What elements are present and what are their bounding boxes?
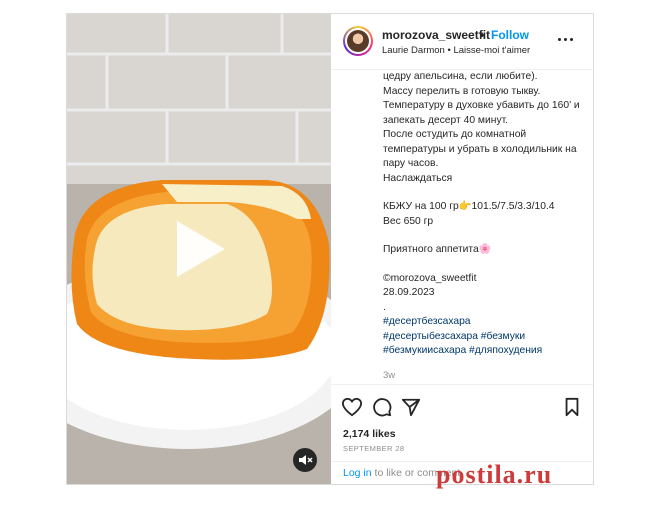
post-age: 3w <box>383 370 396 381</box>
bookmark-icon[interactable] <box>563 397 581 417</box>
audio-label[interactable]: Laurie Darmon • Laisse-moi t'aimer <box>382 45 530 56</box>
signature-text: ©morozova_sweetfit 28.09.2023 . <box>383 272 477 313</box>
separator-dot: • <box>480 28 485 42</box>
postila-watermark: postila.ru <box>436 460 553 489</box>
action-bar: 2,174 likes SEPTEMBER 28 <box>331 384 593 471</box>
hashtag[interactable]: #безмукиисахара #дляпохудения <box>383 344 589 359</box>
post-date: SEPTEMBER 28 <box>343 444 405 453</box>
kbju-text: КБЖУ на 100 гр👉101.5/7.5/3.3/10.4 Вес 65… <box>383 201 555 227</box>
post-header: morozova_sweetfit • Follow Laurie Darmon… <box>331 14 593 70</box>
avatar[interactable] <box>343 26 373 56</box>
appetite-text: Приятного аппетита🌸 <box>383 244 492 255</box>
muted-icon[interactable] <box>293 448 317 472</box>
post-video[interactable] <box>67 14 331 484</box>
play-icon[interactable] <box>177 221 225 277</box>
instagram-embed-card: morozova_sweetfit • Follow Laurie Darmon… <box>66 13 594 485</box>
caption-text: цедру апельсина, если любите). Массу пер… <box>383 71 580 184</box>
hashtag[interactable]: #десертыбезсахара #безмуки <box>383 330 589 345</box>
comment-icon[interactable] <box>372 397 392 417</box>
post-caption: цедру апельсина, если любите). Массу пер… <box>383 70 589 382</box>
more-options-icon[interactable] <box>558 35 574 43</box>
heart-icon[interactable] <box>341 397 363 417</box>
follow-button[interactable]: Follow <box>491 28 529 42</box>
hashtag[interactable]: #десертбезсахара <box>383 315 589 330</box>
likes-count[interactable]: 2,174 likes <box>343 428 396 440</box>
username[interactable]: morozova_sweetfit <box>382 28 490 42</box>
post-sidebar: morozova_sweetfit • Follow Laurie Darmon… <box>331 14 593 484</box>
login-link[interactable]: Log in <box>343 467 372 479</box>
share-icon[interactable] <box>401 397 421 417</box>
